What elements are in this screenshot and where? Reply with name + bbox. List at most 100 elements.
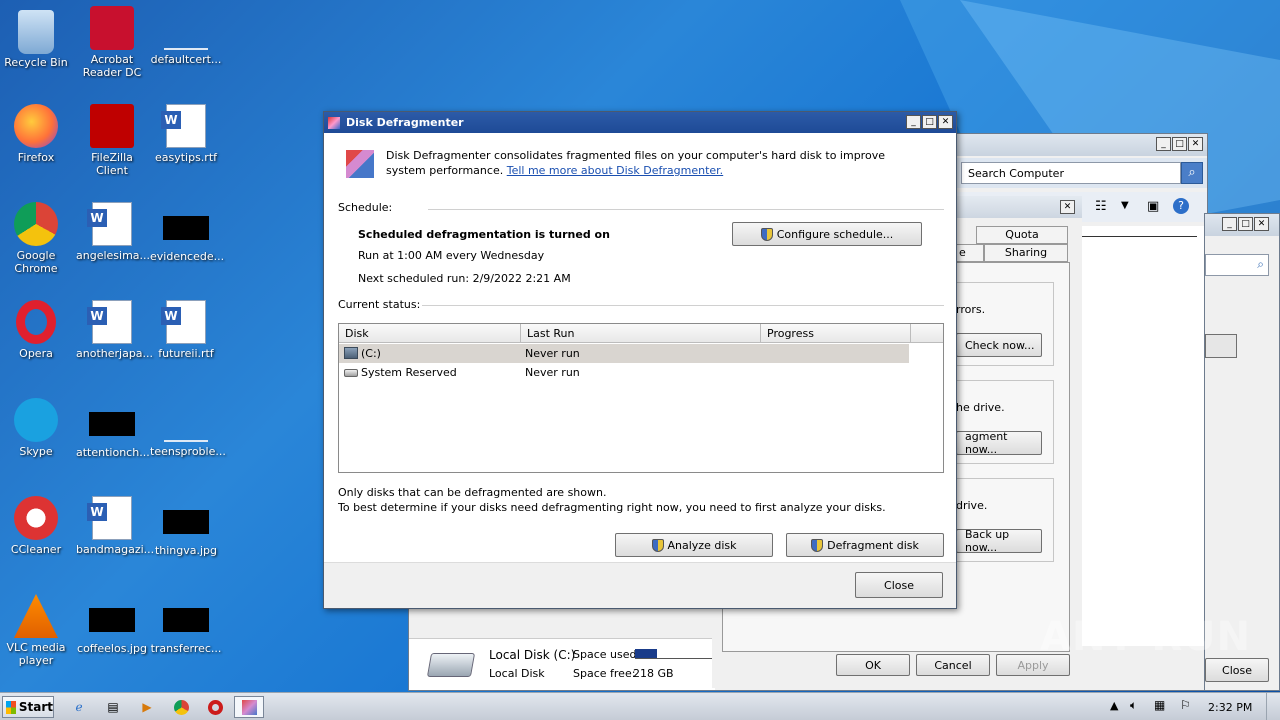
word-doc-icon: W [161, 104, 206, 148]
desktop-icon[interactable]: Wfutureii.rtf [150, 300, 222, 360]
tab-quota[interactable]: Quota [976, 226, 1068, 244]
drive-icon [344, 369, 358, 377]
maximize-button[interactable]: □ [1238, 217, 1253, 231]
table-row[interactable]: System Reserved Never run [339, 363, 909, 382]
tab-sharing[interactable]: Sharing [984, 244, 1068, 262]
desktop-icon[interactable]: VLC media player [0, 594, 72, 667]
skype-icon [14, 398, 58, 442]
tool-group-text: rrors. [956, 303, 986, 316]
column-progress[interactable]: Progress [761, 324, 911, 343]
network-icon[interactable]: ▦ [1154, 698, 1165, 712]
close-button[interactable]: ✕ [938, 115, 953, 129]
word-badge-icon: W [87, 503, 107, 521]
desktop-icon[interactable]: FileZilla Client [76, 104, 148, 177]
desktop-icon[interactable]: CCleaner [0, 496, 72, 556]
defrag-titlebar[interactable]: Disk Defragmenter [324, 112, 956, 133]
desktop-icon-label: CCleaner [10, 543, 62, 556]
start-button[interactable]: Start [2, 696, 54, 718]
view-icon[interactable]: ☷ [1095, 199, 1107, 214]
preview-pane-icon[interactable]: ▣ [1147, 199, 1159, 214]
clock[interactable]: 2:32 PM [1208, 701, 1252, 714]
close-button[interactable]: ✕ [1254, 217, 1269, 231]
search-icon[interactable]: ⌕ [1257, 257, 1264, 272]
close-button[interactable]: ✕ [1060, 200, 1075, 214]
taskbar: Start ℯ ▤ ▶ ▲ 🔈︎ ▦ ⚐ 2:32 PM [0, 692, 1280, 720]
help-icon[interactable]: ? [1173, 198, 1189, 214]
desktop-icon[interactable]: Skype [0, 398, 72, 458]
note-analyze: To best determine if your disks need def… [338, 501, 886, 514]
desktop-icon-label: defaultcert... [150, 53, 222, 66]
column-disk[interactable]: Disk [339, 324, 521, 343]
desktop-icon[interactable]: coffeelos.jpg [76, 594, 148, 655]
desktop-icon[interactable]: Weasytips.rtf [150, 104, 222, 164]
maximize-button[interactable]: □ [922, 115, 937, 129]
desktop-icon[interactable]: Google Chrome [0, 202, 72, 275]
space-used-label: Space used: [573, 648, 641, 661]
desktop-icon-label: VLC media player [6, 641, 66, 667]
desktop-icon[interactable]: defaultcert... [150, 6, 222, 66]
desktop-icon-label: angelesima... [76, 249, 151, 262]
minimize-button[interactable]: _ [1222, 217, 1237, 231]
desktop-icon[interactable]: Wbandmagazi... [76, 496, 154, 556]
word-badge-icon: W [87, 209, 107, 227]
table-row[interactable]: (C:) Never run [339, 344, 909, 363]
ok-button[interactable]: OK [836, 654, 910, 676]
analyze-disk-button[interactable]: Analyze disk [615, 533, 773, 557]
minimize-button[interactable]: _ [906, 115, 921, 129]
chrome-icon [14, 202, 58, 246]
tool-group-button[interactable]: Check now... [956, 333, 1042, 357]
row-last-run: Never run [525, 366, 580, 379]
chevron-down-icon[interactable]: ▼ [1121, 200, 1129, 211]
desktop-icon[interactable]: Opera [0, 300, 72, 360]
desktop-icon[interactable]: Acrobat Reader DC [76, 6, 148, 79]
desktop-icon[interactable]: thingva.jpg [150, 496, 222, 557]
button-fragment[interactable] [1205, 334, 1237, 358]
search-icon[interactable]: ⌕ [1181, 162, 1203, 184]
desktop-icon[interactable]: Wanotherjapa... [76, 300, 153, 360]
tab-fragment[interactable]: e [956, 244, 984, 262]
desktop-icon[interactable]: Recycle Bin [0, 6, 72, 69]
cancel-button[interactable]: Cancel [916, 654, 990, 676]
desktop-icon[interactable]: Wangelesima... [76, 202, 151, 262]
action-center-icon[interactable]: ⚐ [1180, 698, 1191, 712]
filezilla-icon [90, 104, 134, 148]
close-button[interactable]: Close [855, 572, 943, 598]
minimize-button[interactable]: _ [1156, 137, 1171, 151]
desktop-icon[interactable]: attentionch... [76, 398, 150, 459]
maximize-button[interactable]: □ [1172, 137, 1187, 151]
close-button-fragment[interactable]: Close [1205, 658, 1269, 682]
column-last-run[interactable]: Last Run [521, 324, 761, 343]
close-button[interactable]: ✕ [1188, 137, 1203, 151]
disk-list[interactable]: Disk Last Run Progress (C:) Never run Sy… [338, 323, 944, 473]
black-thumbnail-icon [163, 216, 209, 240]
desktop-icon[interactable]: evidencede... [150, 202, 224, 263]
explorer-taskbar-icon[interactable]: ▤ [98, 696, 128, 718]
search-input[interactable]: ⌕ [1205, 254, 1269, 276]
note-shown-disks: Only disks that can be defragmented are … [338, 486, 607, 499]
show-desktop-button[interactable] [1266, 693, 1280, 720]
tool-group-button[interactable]: Back up now... [956, 528, 1042, 554]
schedule-run-at: Run at 1:00 AM every Wednesday [358, 249, 545, 262]
tool-group-button[interactable]: agment now... [956, 430, 1042, 456]
show-hidden-icons-icon[interactable]: ▲ [1110, 699, 1118, 712]
black-thumbnail-icon [89, 608, 135, 632]
desktop-icon[interactable]: teensproble... [150, 398, 226, 458]
desktop-icon[interactable]: Firefox [0, 104, 72, 164]
chrome-taskbar-icon[interactable] [166, 696, 196, 718]
media-player-taskbar-icon[interactable]: ▶ [132, 696, 162, 718]
learn-more-link[interactable]: Tell me more about Disk Defragmenter. [507, 164, 723, 177]
configure-schedule-button[interactable]: Configure schedule... [732, 222, 922, 246]
defrag-taskbar-icon[interactable] [234, 696, 264, 718]
search-input[interactable]: Search Computer [961, 162, 1181, 184]
vlc-icon [14, 594, 58, 638]
drive-icon [426, 653, 476, 677]
ie-taskbar-icon[interactable]: ℯ [64, 696, 94, 718]
opera-taskbar-icon[interactable] [200, 696, 230, 718]
volume-icon[interactable]: 🔈︎ [1130, 698, 1137, 713]
file-icon [164, 398, 208, 442]
recycle-bin-icon [18, 10, 54, 54]
schedule-status: Scheduled defragmentation is turned on [358, 228, 610, 241]
defragment-disk-button[interactable]: Defragment disk [786, 533, 944, 557]
desktop-icon-label: Firefox [17, 151, 55, 164]
desktop-icon[interactable]: transferrec... [150, 594, 222, 655]
